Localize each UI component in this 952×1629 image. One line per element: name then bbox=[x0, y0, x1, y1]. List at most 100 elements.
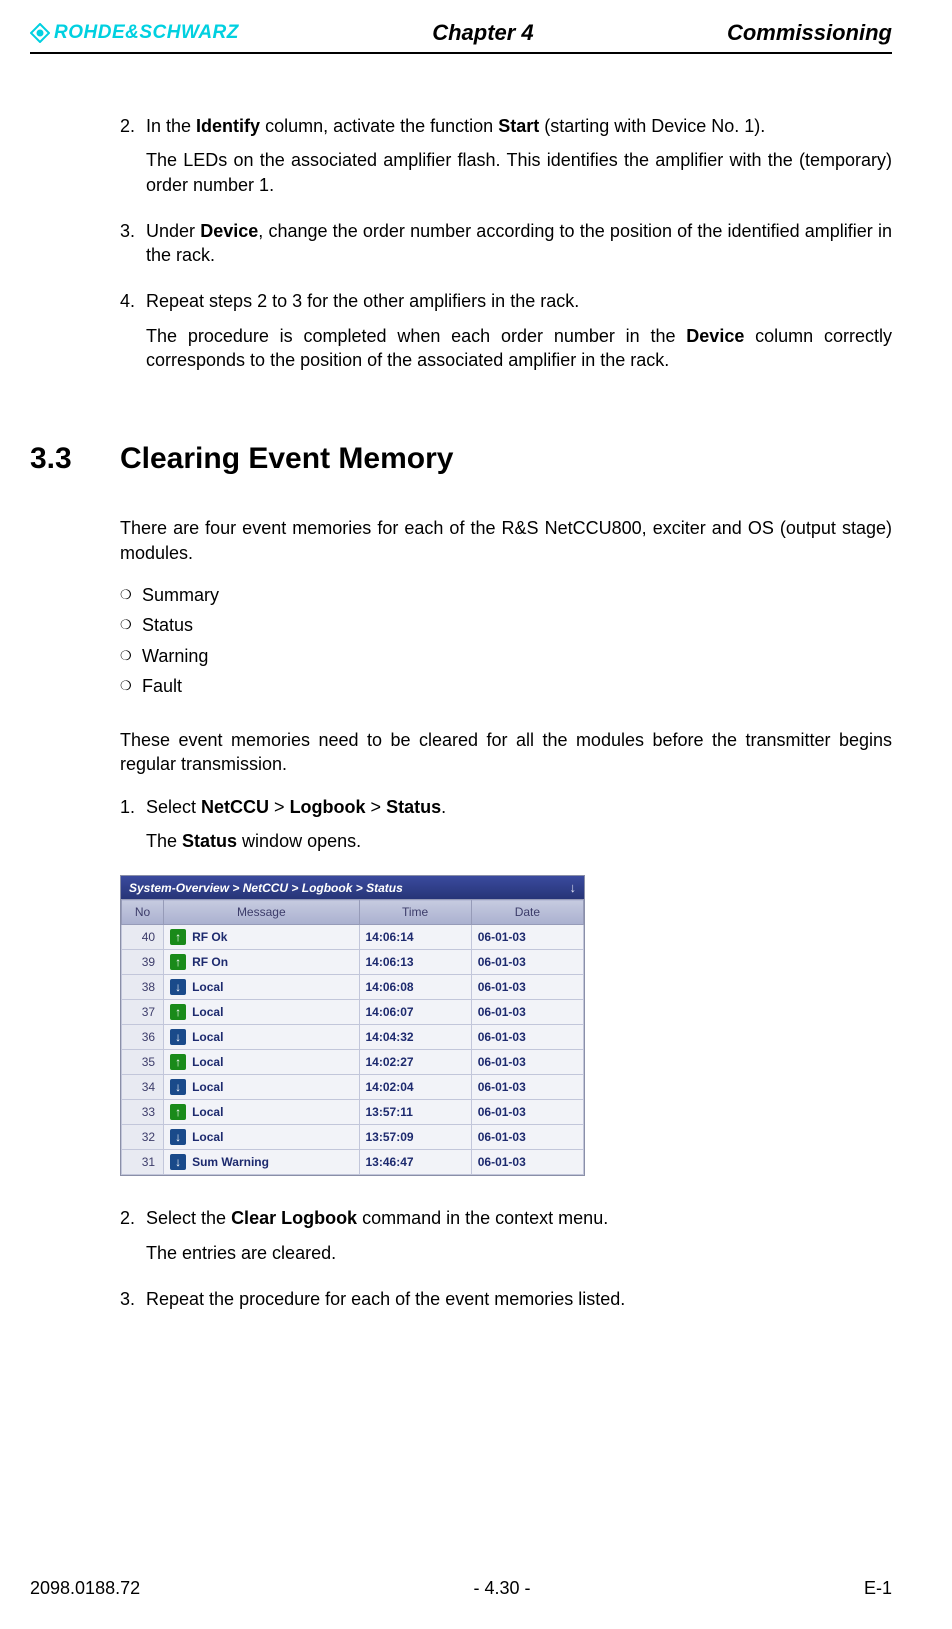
list-item: Warning bbox=[120, 644, 892, 668]
cell-message: ↑Local bbox=[164, 1100, 359, 1125]
cell-time: 14:06:13 bbox=[359, 950, 471, 975]
col-header-message: Message bbox=[164, 900, 359, 925]
section-heading: 3.3 Clearing Event Memory bbox=[30, 442, 892, 476]
cell-message: ↑ Local bbox=[164, 1000, 359, 1025]
chapter-label: Chapter 4 bbox=[432, 20, 533, 46]
table-row: 31 ↓ Sum Warning 13:46:4706-01-03 bbox=[122, 1150, 584, 1175]
col-header-no: No bbox=[122, 900, 164, 925]
step-2: 2.In the Identify column, activate the f… bbox=[120, 114, 892, 197]
table-row: 37 ↑ Local 14:06:0706-01-03 bbox=[122, 1000, 584, 1025]
arrow-up-icon: ↑ bbox=[170, 954, 186, 970]
cell-no: 34 bbox=[122, 1075, 164, 1100]
dropdown-arrow-icon: ↓ bbox=[570, 880, 577, 895]
arrow-up-icon: ↑ bbox=[170, 1004, 186, 1020]
step-sub: The entries are cleared. bbox=[146, 1241, 892, 1265]
table-row: 36↓Local14:04:3206-01-03 bbox=[122, 1025, 584, 1050]
table-row: 39↑RF On14:06:1306-01-03 bbox=[122, 950, 584, 975]
cell-message: ↓Local bbox=[164, 1075, 359, 1100]
cell-time: 14:06:14 bbox=[359, 925, 471, 950]
logo-text: ROHDE&SCHWARZ bbox=[54, 22, 239, 44]
footer-left: 2098.0188.72 bbox=[30, 1578, 140, 1599]
cell-date: 06-01-03 bbox=[471, 1150, 583, 1175]
cell-time: 13:57:09 bbox=[359, 1125, 471, 1150]
message-text: Local bbox=[192, 1005, 223, 1019]
cell-time: 14:02:27 bbox=[359, 1050, 471, 1075]
step-text: Repeat the procedure for each of the eve… bbox=[146, 1289, 625, 1309]
step-number: 2. bbox=[120, 114, 146, 138]
arrow-down-icon: ↓ bbox=[170, 1154, 186, 1170]
cell-date: 06-01-03 bbox=[471, 1050, 583, 1075]
message-text: RF On bbox=[192, 955, 228, 969]
intro-paragraph: There are four event memories for each o… bbox=[120, 516, 892, 565]
table-row: 35 ↑ Local 14:02:2706-01-03 bbox=[122, 1050, 584, 1075]
content-area: 2.In the Identify column, activate the f… bbox=[30, 114, 892, 1311]
arrow-up-icon: ↑ bbox=[170, 1104, 186, 1120]
cell-message: ↓ Local bbox=[164, 1025, 359, 1050]
cell-date: 06-01-03 bbox=[471, 1025, 583, 1050]
step-3: 3.Under Device, change the order number … bbox=[120, 219, 892, 268]
cell-no: 37 bbox=[122, 1000, 164, 1025]
table-row: 33↑Local13:57:1106-01-03 bbox=[122, 1100, 584, 1125]
step-text: Select NetCCU > Logbook > Status. bbox=[146, 797, 446, 817]
table-row: 32↓Local13:57:0906-01-03 bbox=[122, 1125, 584, 1150]
arrow-up-icon: ↑ bbox=[170, 1054, 186, 1070]
arrow-down-icon: ↓ bbox=[170, 1079, 186, 1095]
cell-time: 13:46:47 bbox=[359, 1150, 471, 1175]
cell-message: ↑ Local bbox=[164, 1050, 359, 1075]
arrow-down-icon: ↓ bbox=[170, 1029, 186, 1045]
step-text: In the Identify column, activate the fun… bbox=[146, 116, 765, 136]
cell-time: 14:06:07 bbox=[359, 1000, 471, 1025]
arrow-down-icon: ↓ bbox=[170, 1129, 186, 1145]
list-item: Status bbox=[120, 613, 892, 637]
col-header-time: Time bbox=[359, 900, 471, 925]
cell-message: ↓ Sum Warning bbox=[164, 1150, 359, 1175]
cell-date: 06-01-03 bbox=[471, 1100, 583, 1125]
step-number: 1. bbox=[120, 795, 146, 819]
cell-message: ↑ RF Ok bbox=[164, 925, 359, 950]
footer-center: - 4.30 - bbox=[474, 1578, 531, 1599]
step-text: Repeat steps 2 to 3 for the other amplif… bbox=[146, 291, 579, 311]
cell-date: 06-01-03 bbox=[471, 1000, 583, 1025]
paragraph: These event memories need to be cleared … bbox=[120, 728, 892, 777]
page-header: ROHDE&SCHWARZ Chapter 4 Commissioning bbox=[30, 20, 892, 54]
step-4: 4.Repeat steps 2 to 3 for the other ampl… bbox=[120, 289, 892, 372]
cell-no: 33 bbox=[122, 1100, 164, 1125]
cell-time: 14:02:04 bbox=[359, 1075, 471, 1100]
list-item: Fault bbox=[120, 674, 892, 698]
doc-title: Commissioning bbox=[727, 20, 892, 46]
cell-no: 39 bbox=[122, 950, 164, 975]
message-text: Local bbox=[192, 1030, 223, 1044]
cell-message: ↓Local bbox=[164, 975, 359, 1000]
logbook-table: No Message Time Date 40↑RF Ok14:06:1406-… bbox=[121, 899, 584, 1175]
step-3-repeat: 3.Repeat the procedure for each of the e… bbox=[120, 1287, 892, 1311]
message-text: RF Ok bbox=[192, 930, 227, 944]
step-number: 3. bbox=[120, 219, 146, 243]
cell-no: 40 bbox=[122, 925, 164, 950]
cell-date: 06-01-03 bbox=[471, 1125, 583, 1150]
step-number: 2. bbox=[120, 1206, 146, 1230]
step-sub: The procedure is completed when each ord… bbox=[146, 324, 892, 373]
step-sub: The LEDs on the associated amplifier fla… bbox=[146, 148, 892, 197]
cell-no: 36 bbox=[122, 1025, 164, 1050]
step-text: Under Device, change the order number ac… bbox=[146, 221, 892, 265]
section-number: 3.3 bbox=[30, 442, 120, 476]
status-window-screenshot: System-Overview > NetCCU > Logbook > Sta… bbox=[120, 875, 585, 1176]
event-memory-list: Summary Status Warning Fault bbox=[120, 583, 892, 698]
cell-no: 35 bbox=[122, 1050, 164, 1075]
cell-message: ↑ RF On bbox=[164, 950, 359, 975]
cell-date: 06-01-03 bbox=[471, 975, 583, 1000]
cell-no: 31 bbox=[122, 1150, 164, 1175]
table-header-row: No Message Time Date bbox=[122, 900, 584, 925]
step-number: 3. bbox=[120, 1287, 146, 1311]
step-number: 4. bbox=[120, 289, 146, 313]
logo-icon bbox=[30, 23, 50, 43]
brand-logo: ROHDE&SCHWARZ bbox=[30, 22, 239, 44]
footer-right: E-1 bbox=[864, 1578, 892, 1599]
message-text: Sum Warning bbox=[192, 1155, 269, 1169]
step-sub: The Status window opens. bbox=[146, 829, 892, 853]
message-text: Local bbox=[192, 1055, 223, 1069]
message-text: Local bbox=[192, 980, 223, 994]
arrow-up-icon: ↑ bbox=[170, 929, 186, 945]
step-1-select: 1.Select NetCCU > Logbook > Status. The … bbox=[120, 795, 892, 854]
message-text: Local bbox=[192, 1130, 223, 1144]
